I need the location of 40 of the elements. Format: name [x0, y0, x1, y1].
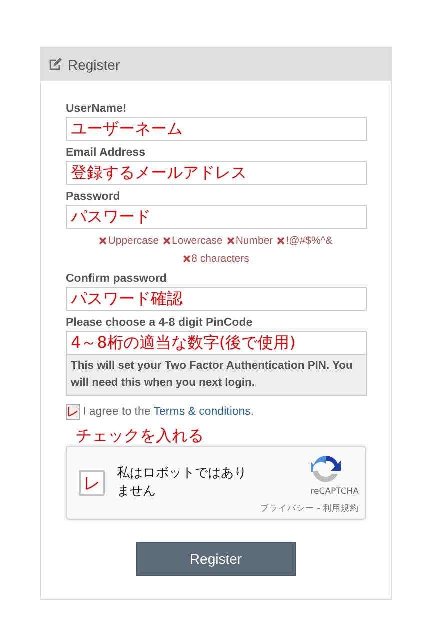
field-label: UserName! — [66, 103, 128, 115]
input-field[interactable]: 4～8桁の適当な数字(後で使用) — [66, 331, 367, 355]
input-field[interactable]: パスワード確認 — [66, 287, 367, 311]
cross-icon — [182, 255, 191, 263]
recaptcha-brand: reCAPTCHA — [310, 486, 359, 496]
input-field[interactable]: パスワード — [66, 205, 367, 229]
terms-link[interactable]: Terms & conditions — [154, 406, 251, 418]
cross-icon — [277, 237, 286, 245]
register-button[interactable]: Register — [136, 542, 296, 576]
check-annotation: レ — [84, 472, 100, 494]
password-rule: Uppercase — [99, 235, 160, 247]
captcha-checkbox[interactable]: レ — [79, 470, 105, 496]
input-field[interactable]: ユーザーネーム — [66, 117, 367, 141]
password-rule: 8 characters — [182, 253, 250, 265]
annotation-text: ユーザーネーム — [71, 118, 183, 140]
edit-icon — [48, 57, 63, 72]
password-rule: !@#$%^& — [277, 235, 333, 247]
field-label: Password — [66, 191, 122, 203]
privacy-link[interactable]: プライバシー — [260, 504, 315, 514]
cross-icon — [226, 237, 235, 245]
annotation-text: 4～8桁の適当な数字(後で使用) — [71, 332, 296, 354]
separator-text: - — [317, 504, 320, 514]
field-label: Please choose a 4-8 digit PinCode — [66, 317, 254, 329]
panel-title: Register — [68, 56, 120, 72]
cross-icon — [99, 237, 108, 245]
checkbox[interactable]: レ — [66, 404, 80, 420]
input-field[interactable]: 登録するメールアドレス — [66, 161, 367, 185]
terms-text: I agree to the Terms & conditions. — [83, 406, 254, 418]
cross-icon — [163, 237, 172, 245]
field-label: Confirm password — [66, 273, 168, 285]
info-box: This will set your Two Factor Authentication PIN. You will need this when you next login. — [66, 355, 367, 396]
annotation-text: チェックを入れる — [76, 426, 204, 446]
field-label: Email Address — [66, 147, 146, 159]
password-rule: Number — [226, 235, 274, 247]
captcha-label: 私はロボットではありません — [117, 465, 248, 501]
terms-link[interactable]: 利用規約 — [323, 504, 359, 514]
annotation-text: パスワード — [71, 206, 151, 228]
password-rule: Lowercase — [163, 235, 223, 247]
annotation-text: 登録するメールアドレス — [71, 162, 247, 184]
annotation-text: パスワード確認 — [71, 288, 183, 310]
